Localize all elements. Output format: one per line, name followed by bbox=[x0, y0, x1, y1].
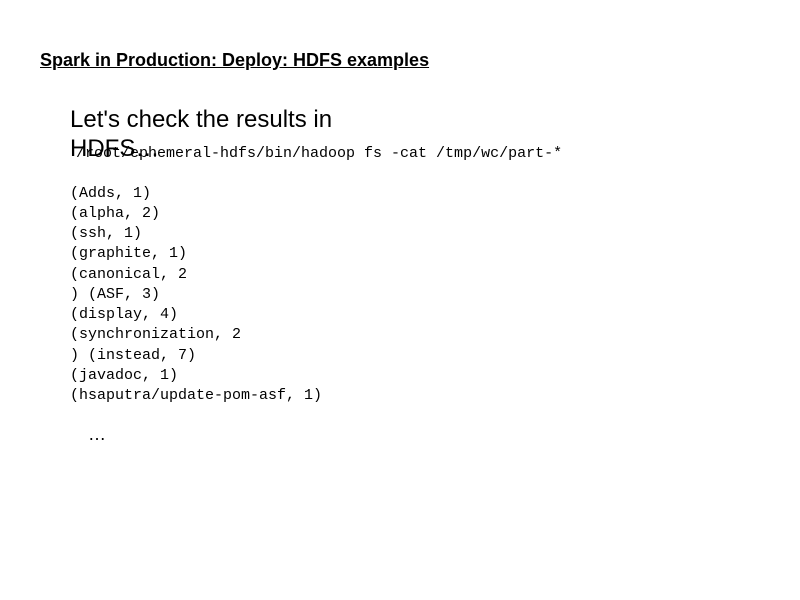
command-output: (Adds, 1) (alpha, 2) (ssh, 1) (graphite,… bbox=[70, 184, 760, 407]
output-line: (canonical, 2 bbox=[70, 265, 760, 285]
output-line: (ssh, 1) bbox=[70, 224, 760, 244]
output-line: (hsaputra/update-pom-asf, 1) bbox=[70, 386, 760, 406]
subtitle-block: Let's check the results in HDFS… /root/e… bbox=[70, 106, 760, 164]
slide-content: Let's check the results in HDFS… /root/e… bbox=[40, 106, 760, 445]
slide-title: Spark in Production: Deploy: HDFS exampl… bbox=[40, 50, 760, 71]
output-line: ) (instead, 7) bbox=[70, 346, 760, 366]
hdfs-command: /root/ephemeral-hdfs/bin/hadoop fs -cat … bbox=[76, 145, 562, 162]
output-line: (javadoc, 1) bbox=[70, 366, 760, 386]
output-line: (synchronization, 2 bbox=[70, 325, 760, 345]
output-line: (display, 4) bbox=[70, 305, 760, 325]
output-line: (alpha, 2) bbox=[70, 204, 760, 224]
trailing-ellipsis: … bbox=[70, 424, 760, 445]
subtitle-line-1: Let's check the results in bbox=[70, 106, 760, 135]
output-line: (Adds, 1) bbox=[70, 184, 760, 204]
output-line: ) (ASF, 3) bbox=[70, 285, 760, 305]
output-line: (graphite, 1) bbox=[70, 244, 760, 264]
